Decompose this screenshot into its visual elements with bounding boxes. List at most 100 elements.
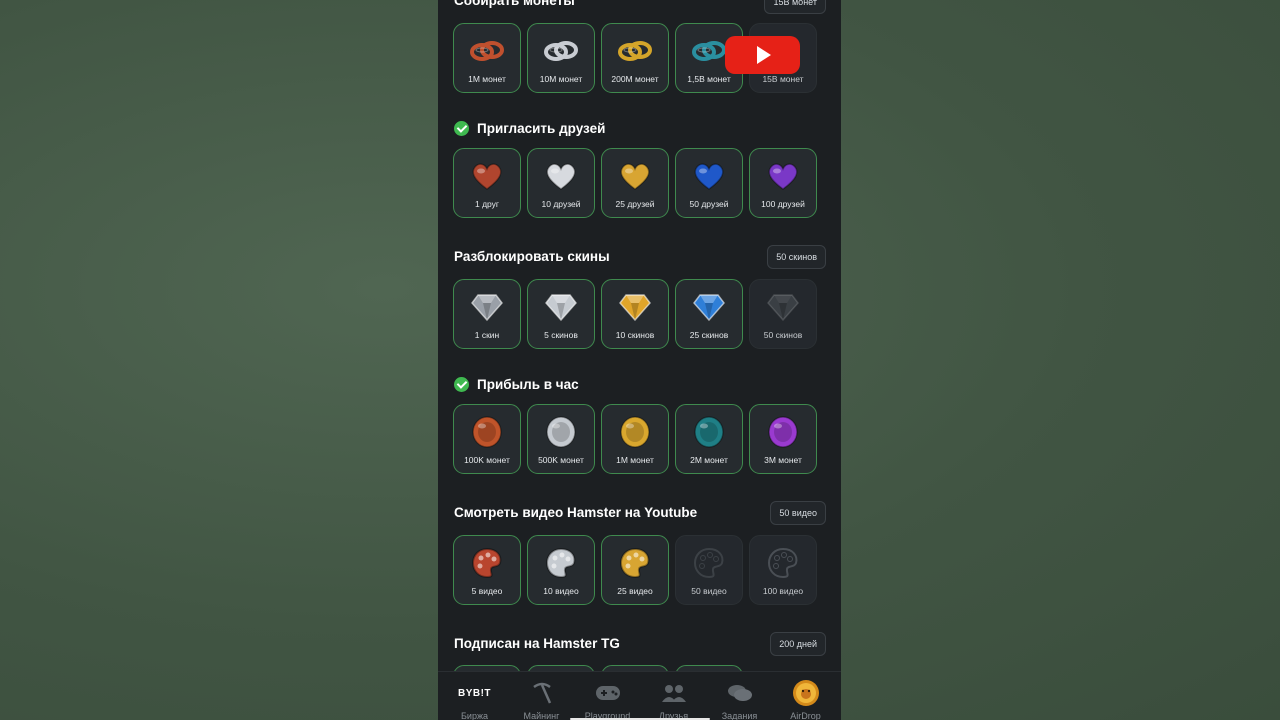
tile-label: 10M монет [539,74,583,84]
nav-friends[interactable]: Друзья [640,672,707,720]
palette-icon [691,546,727,580]
section-badge[interactable]: 200 дней [770,632,826,656]
check-icon [454,376,469,392]
tile-label: 1,5B монет [687,74,731,84]
skins-tile[interactable]: 50 скинов [749,279,817,349]
palette-icon [617,546,653,580]
tile-label: 1 скин [474,330,500,340]
bybit-logo: BYB!T [457,687,492,699]
profit-row: 100K монет 500K монет 1M монет 2M монет … [453,404,817,474]
nav-label: Майнинг [523,711,560,720]
tile-label: 1 друг [474,199,500,209]
tile-label: 200M монет [611,74,659,84]
section-title: Прибыль в час [477,376,579,392]
friends-tile[interactable]: 1 друг [453,148,521,218]
coin-icon [543,415,579,449]
profit-tile[interactable]: 3M монет [749,404,817,474]
nav-label: AirDrop [790,711,821,720]
youtube-tile[interactable]: 25 видео [601,535,669,605]
diamond-icon [691,290,727,324]
tile-label: 25 видео [617,586,653,596]
tile-label: 1M монет [616,455,654,465]
tile-label: 10 друзей [541,199,581,209]
tile-label: 100 друзей [761,199,805,209]
friends-row: 1 друг 10 друзей 25 друзей 50 друзей 100… [453,148,817,218]
nav-airdrop[interactable]: AirDrop [772,672,839,720]
hamster-coin-icon [792,680,820,706]
coin-icon [469,415,505,449]
profit-tile[interactable]: 1M монет [601,404,669,474]
play-icon [757,46,771,64]
friends-tile[interactable]: 100 друзей [749,148,817,218]
diamond-icon [765,290,801,324]
skins-row: 1 скин 5 скинов 10 скинов 25 скинов 50 с… [453,279,817,349]
nav-mining[interactable]: Майнинг [508,672,575,720]
tile-label: 3M монет [764,455,802,465]
tile-label: 100K монет [464,455,510,465]
heart-icon [617,159,653,193]
tile-label: 1M монет [468,74,506,84]
youtube-play-button[interactable] [725,36,800,74]
rings-icon [617,34,653,68]
tile-label: 5 видео [471,586,503,596]
tile-label: 10 видео [543,586,579,596]
tile-label: 100 видео [762,586,804,596]
nav-playground[interactable]: Playground [574,672,641,720]
section-title: Пригласить друзей [477,120,606,136]
youtube-tile[interactable]: 5 видео [453,535,521,605]
rings-icon [543,34,579,68]
rings-icon [691,34,727,68]
section-title: Собирать монеты [454,0,575,8]
tile-label: 5 скинов [544,330,578,340]
skins-tile[interactable]: 5 скинов [527,279,595,349]
section-title-wrap: Пригласить друзей [454,116,605,140]
section-title-wrap: Прибыль в час [454,372,579,396]
friends-tile[interactable]: 10 друзей [527,148,595,218]
tile-label: 50 видео [691,586,727,596]
heart-icon [543,159,579,193]
heart-icon [691,159,727,193]
diamond-icon [469,290,505,324]
coins-tile[interactable]: 10M монет [527,23,595,93]
section-badge[interactable]: 15B монет [764,0,826,14]
tile-label: 10 скинов [615,330,655,340]
palette-icon [469,546,505,580]
tile-label: 500K монет [538,455,584,465]
coin-icon [617,415,653,449]
phone-screen: Собирать монеты 15B монет 1M монет 10M м… [438,0,841,720]
nav-exchange[interactable]: BYB!T Биржа [441,672,508,720]
section-title: Разблокировать скины [454,248,610,264]
profit-tile[interactable]: 100K монет [453,404,521,474]
section-title: Смотреть видео Hamster на Youtube [454,504,698,520]
nav-tasks[interactable]: Задания [706,672,773,720]
palette-icon [543,546,579,580]
section-badge[interactable]: 50 видео [770,501,826,525]
nav-label: Биржа [461,711,488,720]
coin-icon [691,415,727,449]
skins-tile[interactable]: 1 скин [453,279,521,349]
youtube-tile[interactable]: 100 видео [749,535,817,605]
check-icon [454,120,469,136]
diamond-icon [543,290,579,324]
tile-label: 50 скинов [763,330,803,340]
pickaxe-icon [530,680,554,706]
youtube-row: 5 видео 10 видео 25 видео 50 видео 100 в… [453,535,817,605]
profit-tile[interactable]: 500K монет [527,404,595,474]
youtube-tile[interactable]: 10 видео [527,535,595,605]
palette-icon [765,546,801,580]
friends-icon [661,680,687,706]
coins-tile[interactable]: 200M монет [601,23,669,93]
skins-tile[interactable]: 10 скинов [601,279,669,349]
tile-label: 50 друзей [689,199,729,209]
skins-tile[interactable]: 25 скинов [675,279,743,349]
youtube-tile[interactable]: 50 видео [675,535,743,605]
heart-icon [765,159,801,193]
profit-tile[interactable]: 2M монет [675,404,743,474]
rings-icon [469,34,505,68]
friends-tile[interactable]: 25 друзей [601,148,669,218]
friends-tile[interactable]: 50 друзей [675,148,743,218]
coins-tile[interactable]: 1M монет [453,23,521,93]
tile-label: 25 скинов [689,330,729,340]
section-badge[interactable]: 50 скинов [767,245,826,269]
coin-icon [765,415,801,449]
